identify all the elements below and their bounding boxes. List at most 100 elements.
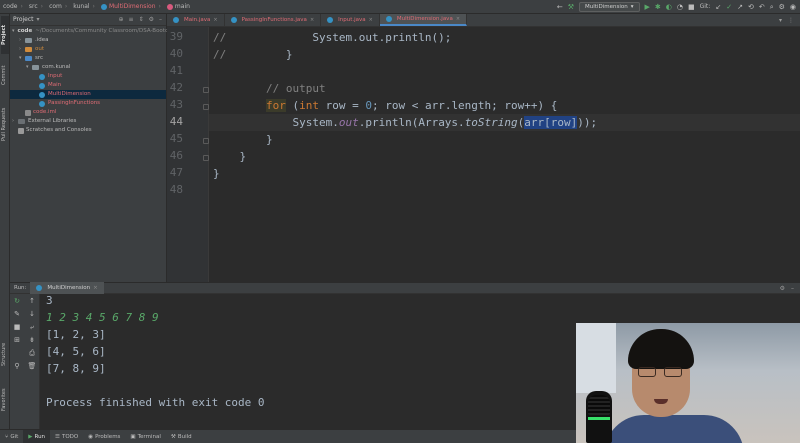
folder-icon xyxy=(25,56,32,61)
git-label: Git: xyxy=(699,3,711,10)
tree-item[interactable]: › External Libraries xyxy=(10,117,166,126)
terminal-tool-tab[interactable]: ▣ Terminal xyxy=(125,430,165,443)
hammer-icon[interactable]: ⚒ xyxy=(568,3,574,11)
build-tool-tab[interactable]: ⚒ Build xyxy=(166,430,197,443)
git-update-icon[interactable]: ↙ xyxy=(715,3,721,11)
favorites-tool-tab[interactable]: Favorites xyxy=(1,380,9,420)
collapse-icon[interactable]: ≡ xyxy=(129,16,134,23)
tree-item[interactable]: code.iml xyxy=(10,108,166,117)
run-configuration-select[interactable]: MultiDimension ▾ xyxy=(579,2,640,12)
history-icon[interactable]: ⟲ xyxy=(748,3,754,11)
breadcrumb-item[interactable]: main xyxy=(164,3,193,10)
chevron-down-icon[interactable]: ▾ xyxy=(12,27,15,36)
main-toolbar: ← ⚒ MultiDimension ▾ ▶ ✱ ◐ ◔ ■ Git: ↙ ✓ ↗… xyxy=(557,1,796,13)
tree-item[interactable]: › out xyxy=(10,45,166,54)
close-icon[interactable]: × xyxy=(456,16,460,22)
line-number: 40 xyxy=(169,47,183,60)
console-exit-line: Process finished with exit code 0 xyxy=(46,396,265,409)
tree-item[interactable]: › .idea xyxy=(10,36,166,45)
run-toolbar: ↻ ↑ ✎ ↓ ■ ⤶ ⊞ ⇟ ⎙ 🗑 ⚲ xyxy=(10,294,40,429)
chevron-down-icon[interactable]: ▾ xyxy=(37,16,40,23)
microphone-grille xyxy=(588,395,610,415)
list-icon: ☰ xyxy=(55,433,60,440)
microphone-led xyxy=(588,417,610,420)
class-icon xyxy=(385,16,392,22)
profile-icon[interactable]: ◔ xyxy=(677,3,683,11)
debug-icon[interactable]: ✱ xyxy=(655,3,661,11)
tree-item[interactable]: ▾ code ~/Documents/Community Classroom/D… xyxy=(10,27,201,36)
run-tab-multidimension[interactable]: MultiDimension × xyxy=(30,282,104,294)
pin-icon[interactable]: ⚲ xyxy=(12,362,22,370)
editor-tab-passinginfunctions[interactable]: PassingInFunctions.java × xyxy=(225,14,322,26)
close-icon[interactable]: × xyxy=(369,17,373,23)
tree-item[interactable]: ▾ com.kunal xyxy=(10,63,166,72)
code-editor[interactable]: // System.out.println(); // } // output … xyxy=(209,27,800,282)
close-icon[interactable]: × xyxy=(310,17,314,23)
avatar-icon[interactable]: ◉ xyxy=(790,3,796,11)
presenter-hair xyxy=(628,329,694,369)
stop-icon[interactable]: ■ xyxy=(12,323,22,331)
stop-icon[interactable]: ■ xyxy=(688,3,695,11)
gear-icon[interactable]: ⚙ xyxy=(779,3,785,11)
breadcrumb-item[interactable]: src › xyxy=(26,3,46,10)
tree-item[interactable]: Input xyxy=(10,72,166,81)
rollback-icon[interactable]: ↶ xyxy=(759,3,765,11)
editor-tab-main[interactable]: Main.java × xyxy=(167,14,225,26)
project-tree: ▾ code ~/Documents/Community Classroom/D… xyxy=(10,26,201,135)
trash-icon[interactable]: 🗑 xyxy=(27,362,37,370)
minimize-icon[interactable]: – xyxy=(791,285,794,292)
gear-icon[interactable]: ⚙ xyxy=(149,16,154,23)
breadcrumb-item[interactable]: MultiDimension › xyxy=(98,3,164,10)
tree-item[interactable]: Scratches and Consoles xyxy=(10,126,166,135)
editor-tab-multidimension[interactable]: MultiDimension.java × xyxy=(379,14,468,26)
scroll-to-end-icon[interactable]: ⇟ xyxy=(27,336,37,344)
library-icon xyxy=(18,119,25,124)
git-commit-icon[interactable]: ✓ xyxy=(726,3,732,11)
minimize-icon[interactable]: – xyxy=(159,16,162,23)
class-icon xyxy=(39,73,45,80)
more-icon[interactable]: ⋮ xyxy=(788,17,794,24)
tree-item[interactable]: ▾ src xyxy=(10,54,166,63)
code-line-active: System.out.println(Arrays.toString(arr[r… xyxy=(292,116,598,129)
project-tool-tab[interactable]: Project xyxy=(1,16,9,54)
line-number: 46 xyxy=(169,149,183,162)
editor-tab-input[interactable]: Input.java × xyxy=(321,14,380,26)
expand-icon[interactable]: ⇕ xyxy=(139,16,144,23)
line-number: 47 xyxy=(169,166,183,179)
run-icon[interactable]: ▶ xyxy=(645,3,650,11)
tree-item[interactable]: PassingInFunctions xyxy=(10,99,166,108)
code-line: // output xyxy=(265,82,326,95)
gear-icon[interactable]: ⚙ xyxy=(780,285,785,292)
line-number-active: 44 xyxy=(169,115,183,128)
close-icon[interactable]: × xyxy=(213,17,217,23)
pull-requests-tool-tab[interactable]: Pull Requests xyxy=(1,98,9,150)
wrench-icon[interactable]: ✎ xyxy=(12,310,22,318)
locate-icon[interactable]: ⊕ xyxy=(119,16,124,23)
structure-tool-tab[interactable]: Structure xyxy=(1,334,9,374)
scroll-up-icon[interactable]: ↑ xyxy=(27,297,37,305)
breadcrumb-item[interactable]: code › xyxy=(0,3,26,10)
print-icon[interactable]: ⎙ xyxy=(27,349,37,358)
git-tool-tab[interactable]: ⑂ Git xyxy=(0,430,23,443)
rerun-icon[interactable]: ↻ xyxy=(12,297,22,305)
close-icon[interactable]: × xyxy=(93,285,98,291)
scroll-down-icon[interactable]: ↓ xyxy=(27,310,37,318)
commit-tool-tab[interactable]: Commit xyxy=(1,58,9,92)
back-icon[interactable]: ← xyxy=(557,3,563,11)
editor-tab-bar: Main.java × PassingInFunctions.java × Inpu… xyxy=(167,14,800,27)
breadcrumb-item[interactable]: kunal › xyxy=(70,3,98,10)
run-tool-tab[interactable]: ▶ Run xyxy=(23,429,51,443)
tree-item-selected[interactable]: MultiDimension xyxy=(10,90,166,99)
chevron-down-icon[interactable]: ▾ xyxy=(779,17,782,24)
soft-wrap-icon[interactable]: ⤶ xyxy=(27,323,37,332)
search-icon[interactable]: ⌕ xyxy=(770,3,774,11)
problems-tool-tab[interactable]: ◉ Problems xyxy=(83,430,125,443)
tree-item[interactable]: Main xyxy=(10,81,166,90)
breadcrumb-item[interactable]: com › xyxy=(46,3,70,10)
coverage-icon[interactable]: ◐ xyxy=(666,3,672,11)
project-panel-title[interactable]: Project xyxy=(13,16,34,23)
git-push-icon[interactable]: ↗ xyxy=(737,3,743,11)
todo-tool-tab[interactable]: ☰ TODO xyxy=(50,430,83,443)
presenter-shirt xyxy=(604,415,744,443)
restore-layout-icon[interactable]: ⊞ xyxy=(12,336,22,344)
